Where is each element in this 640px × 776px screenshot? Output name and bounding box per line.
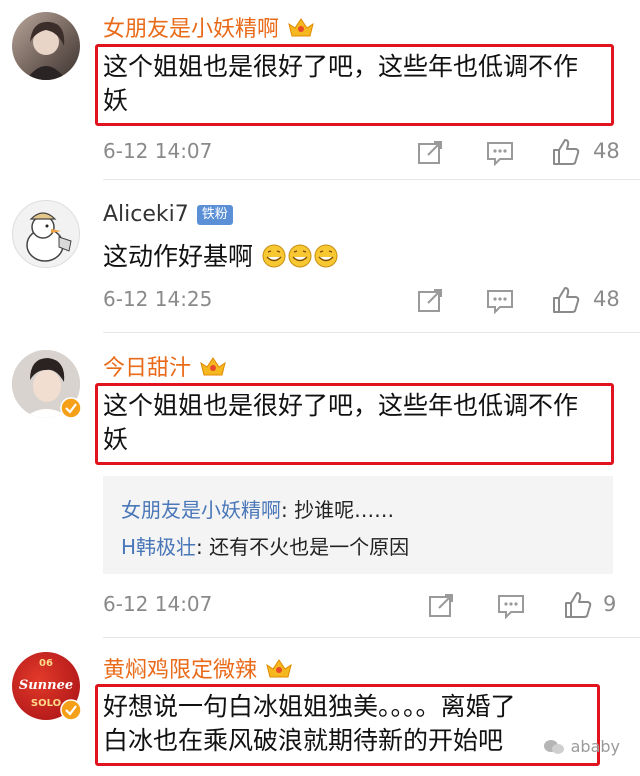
name-row: 女朋友是小妖精啊 <box>103 11 315 43</box>
name-row: Aliceki7 铁粉 <box>103 202 233 227</box>
share-icon[interactable] <box>417 287 445 313</box>
fan-badge: 铁粉 <box>196 204 233 225</box>
comment-text: 这个姐姐也是很好了吧，这些年也低调不作 妖 <box>103 50 613 118</box>
username[interactable]: 女朋友是小妖精啊 <box>103 11 279 43</box>
comment-text-line: 妖 <box>103 86 129 115</box>
like-count: 48 <box>593 287 620 311</box>
comment-text-line: 白冰也在乘风破浪就期待新的开始吧 <box>103 726 504 755</box>
username[interactable]: Aliceki7 <box>103 202 189 227</box>
comment-icon[interactable] <box>486 140 514 166</box>
comment-text-line: 妖 <box>103 425 129 454</box>
username[interactable]: 黄焖鸡限定微辣 <box>103 652 257 684</box>
avatar[interactable] <box>12 200 80 268</box>
reply-text: 抄谁呢…… <box>294 498 395 522</box>
vip-crown-icon <box>288 18 314 37</box>
avatar-image <box>26 21 66 80</box>
like-icon[interactable] <box>551 285 581 315</box>
reply-item: H韩极壮: 还有不火也是一个原因 <box>121 531 409 560</box>
comment-3: 今日甜汁 这个姐姐也是很好了吧，这些年也低调不作 妖 女朋友是小妖精啊: 抄谁呢… <box>0 332 640 638</box>
timestamp: 6-12 14:25 <box>103 287 213 311</box>
grin-emoji-icon <box>288 244 312 268</box>
reply-text: 还有不火也是一个原因 <box>209 535 410 559</box>
comment-text-line: 这个姐姐也是很好了吧，这些年也低调不作 <box>103 52 579 81</box>
comment-2: Aliceki7 铁粉 这动作好基啊 6-12 14:25 48 <box>0 180 640 340</box>
comment-meta: 6-12 14:07 48 <box>103 139 623 169</box>
avatar[interactable] <box>12 12 80 80</box>
vip-crown-icon <box>200 357 226 376</box>
comment-text-line: 这个姐姐也是很好了吧，这些年也低调不作 <box>103 391 579 420</box>
grin-emoji-icon <box>262 244 286 268</box>
like-count: 9 <box>603 592 617 616</box>
comment-text-line: 好想说一句白冰姐姐独美。。。。离婚了 <box>103 692 516 721</box>
comment-text: 这个姐姐也是很好了吧，这些年也低调不作 妖 <box>103 389 613 457</box>
username[interactable]: 今日甜汁 <box>103 350 191 382</box>
timestamp: 6-12 14:07 <box>103 139 213 163</box>
comment-text: 好想说一句白冰姐姐独美。。。。离婚了 白冰也在乘风破浪就期待新的开始吧 <box>103 690 598 758</box>
like-count: 48 <box>593 139 620 163</box>
reply-separator: : <box>281 498 295 522</box>
verified-badge-icon <box>60 397 82 419</box>
grin-emoji-icon <box>314 244 338 268</box>
avatar-image <box>26 212 72 262</box>
share-icon[interactable] <box>417 139 445 165</box>
comment-icon[interactable] <box>497 593 525 619</box>
comment-text: 这动作好基啊 <box>103 240 613 274</box>
comment-meta: 6-12 14:07 9 <box>103 592 623 622</box>
reply-username[interactable]: H韩极壮 <box>121 535 196 559</box>
comment-icon[interactable] <box>486 288 514 314</box>
reply-box[interactable]: 女朋友是小妖精啊: 抄谁呢…… H韩极壮: 还有不火也是一个原因 <box>103 476 613 574</box>
avatar-text: Sunnee <box>18 678 74 693</box>
reply-item: 女朋友是小妖精啊: 抄谁呢…… <box>121 494 394 523</box>
name-row: 黄焖鸡限定微辣 <box>103 652 293 684</box>
name-row: 今日甜汁 <box>103 350 227 382</box>
like-icon[interactable] <box>563 590 593 620</box>
timestamp: 6-12 14:07 <box>103 592 213 616</box>
vip-crown-icon <box>266 659 292 678</box>
share-icon[interactable] <box>428 592 456 618</box>
reply-username[interactable]: 女朋友是小妖精啊 <box>121 498 281 522</box>
verified-badge-icon <box>60 699 82 721</box>
wechat-icon <box>543 739 564 754</box>
watermark: ababy <box>543 737 620 756</box>
avatar-text: 06 <box>39 658 53 669</box>
reply-separator: : <box>196 535 210 559</box>
watermark-text: ababy <box>570 737 620 756</box>
comment-text-line: 这动作好基啊 <box>103 242 254 271</box>
comment-1: 女朋友是小妖精啊 这个姐姐也是很好了吧，这些年也低调不作 妖 6-12 14:0… <box>0 0 640 180</box>
comment-meta: 6-12 14:25 48 <box>103 287 623 317</box>
like-icon[interactable] <box>551 137 581 167</box>
